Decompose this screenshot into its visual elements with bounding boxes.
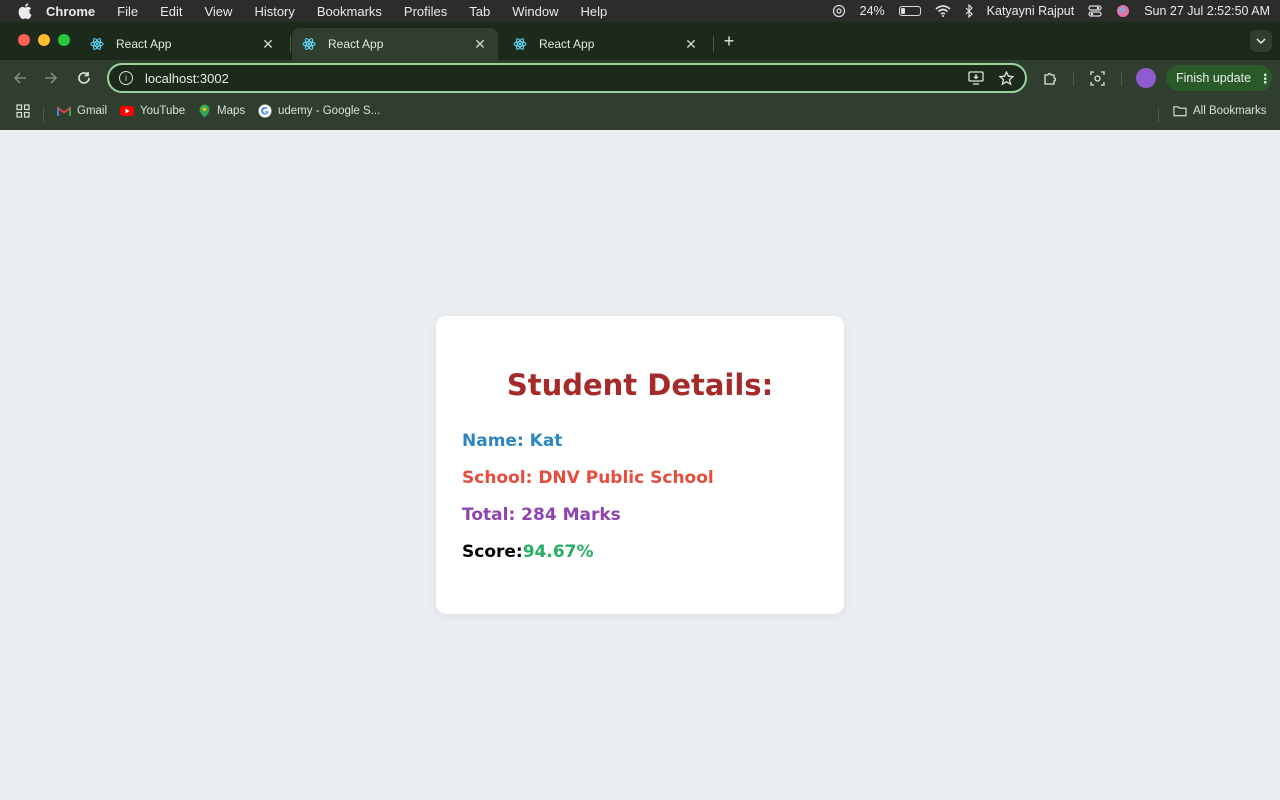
back-arrow-icon[interactable] <box>10 68 30 88</box>
page-viewport: Student Details: Name: Kat School: DNV P… <box>0 130 1280 800</box>
wifi-icon[interactable] <box>935 5 951 17</box>
tab-search-button[interactable] <box>1250 30 1272 52</box>
forward-arrow-icon[interactable] <box>41 68 61 88</box>
bookmark-star-icon[interactable] <box>997 69 1015 87</box>
menu-help[interactable]: Help <box>581 4 608 19</box>
minimize-window-icon[interactable] <box>38 34 50 46</box>
siri-icon[interactable] <box>1116 4 1130 18</box>
reload-icon[interactable] <box>74 68 94 88</box>
card-title: Student Details: <box>506 368 774 402</box>
all-bookmarks-label: All Bookmarks <box>1193 105 1267 117</box>
score-label: Score: <box>462 542 523 562</box>
window-controls <box>18 34 70 46</box>
bookmark-udemy[interactable]: udemy - Google S... <box>258 104 380 118</box>
tab-close-icon[interactable]: ✕ <box>472 36 488 52</box>
bluetooth-icon[interactable] <box>965 4 973 18</box>
tab-divider <box>713 36 714 52</box>
finish-update-label: Finish update <box>1176 71 1252 85</box>
site-info-icon[interactable]: i <box>119 71 133 85</box>
youtube-icon <box>120 104 134 118</box>
gmail-icon <box>57 104 71 118</box>
bookmarks-divider <box>1158 108 1159 122</box>
bookmark-gmail[interactable]: Gmail <box>57 104 107 118</box>
student-name: Name: Kat <box>462 431 563 451</box>
datetime[interactable]: Sun 27 Jul 2:52:50 AM <box>1144 4 1270 18</box>
chatgpt-icon[interactable] <box>832 4 846 18</box>
profile-avatar[interactable] <box>1136 68 1156 88</box>
new-tab-button[interactable]: + <box>720 31 738 51</box>
bookmark-label: YouTube <box>140 105 186 117</box>
address-bar[interactable]: i localhost:3002 <box>107 63 1027 93</box>
menu-tab[interactable]: Tab <box>469 4 490 19</box>
battery-icon[interactable] <box>898 6 921 16</box>
fullscreen-window-icon[interactable] <box>58 34 70 46</box>
install-app-icon[interactable] <box>967 69 985 87</box>
bookmark-label: Gmail <box>77 105 108 117</box>
control-center-icon[interactable] <box>1088 5 1102 17</box>
screenshot-lens-icon[interactable] <box>1087 68 1107 88</box>
menu-view[interactable]: View <box>204 4 232 19</box>
apps-grid-icon[interactable] <box>16 104 30 118</box>
browser-chrome: React App ✕ React App ✕ React App ✕ + i … <box>0 22 1280 130</box>
macos-menu-bar: Chrome File Edit View History Bookmarks … <box>0 0 1280 22</box>
score-value: 94.67% <box>522 542 594 562</box>
bookmarks-divider <box>43 108 44 122</box>
tab-title: React App <box>116 37 172 51</box>
toolbar-divider <box>1121 72 1122 86</box>
tab-title: React App <box>328 37 384 51</box>
url-text[interactable]: localhost:3002 <box>145 71 955 86</box>
menu-file[interactable]: File <box>117 4 138 19</box>
tab-3[interactable]: React App ✕ <box>503 28 709 60</box>
apple-icon[interactable] <box>18 3 32 19</box>
folder-icon <box>1173 104 1187 118</box>
maps-icon <box>197 104 211 118</box>
tab-close-icon[interactable]: ✕ <box>683 36 699 52</box>
student-details-card: Student Details: Name: Kat School: DNV P… <box>436 316 844 614</box>
react-icon <box>90 36 106 52</box>
tab-divider <box>290 36 291 52</box>
bookmarks-bar: Gmail YouTube Maps udemy - Google S... A… <box>0 98 1280 128</box>
react-icon <box>513 36 529 52</box>
all-bookmarks-button[interactable]: All Bookmarks <box>1173 104 1267 118</box>
react-icon <box>302 36 318 52</box>
tab-1[interactable]: React App ✕ <box>80 28 286 60</box>
close-window-icon[interactable] <box>18 34 30 46</box>
student-score: Score:94.67% <box>462 542 594 562</box>
tab-strip: React App ✕ React App ✕ React App ✕ + <box>0 22 1280 60</box>
tab-title: React App <box>539 37 595 51</box>
bookmark-youtube[interactable]: YouTube <box>120 104 185 118</box>
bookmark-label: Maps <box>217 105 246 117</box>
more-options-icon[interactable]: ⋮ <box>1259 71 1271 86</box>
google-icon <box>258 104 272 118</box>
tab-close-icon[interactable]: ✕ <box>260 36 276 52</box>
menu-app-name[interactable]: Chrome <box>46 4 95 19</box>
user-name[interactable]: Katyayni Rajput <box>987 4 1075 18</box>
menu-edit[interactable]: Edit <box>160 4 182 19</box>
menu-window[interactable]: Window <box>512 4 558 19</box>
tab-2[interactable]: React App ✕ <box>292 28 498 60</box>
bookmark-maps[interactable]: Maps <box>197 104 245 118</box>
extensions-icon[interactable] <box>1040 68 1060 88</box>
menu-bookmarks[interactable]: Bookmarks <box>317 4 382 19</box>
student-total: Total: 284 Marks <box>462 505 621 525</box>
student-school: School: DNV Public School <box>462 468 714 488</box>
browser-toolbar: i localhost:3002 Finish update ⋮ <box>0 60 1280 96</box>
bookmark-label: udemy - Google S... <box>278 105 381 117</box>
menu-history[interactable]: History <box>254 4 294 19</box>
battery-percent: 24% <box>859 4 885 18</box>
finish-update-button[interactable]: Finish update ⋮ <box>1166 65 1272 91</box>
toolbar-divider <box>1073 72 1074 86</box>
menu-profiles[interactable]: Profiles <box>404 4 447 19</box>
